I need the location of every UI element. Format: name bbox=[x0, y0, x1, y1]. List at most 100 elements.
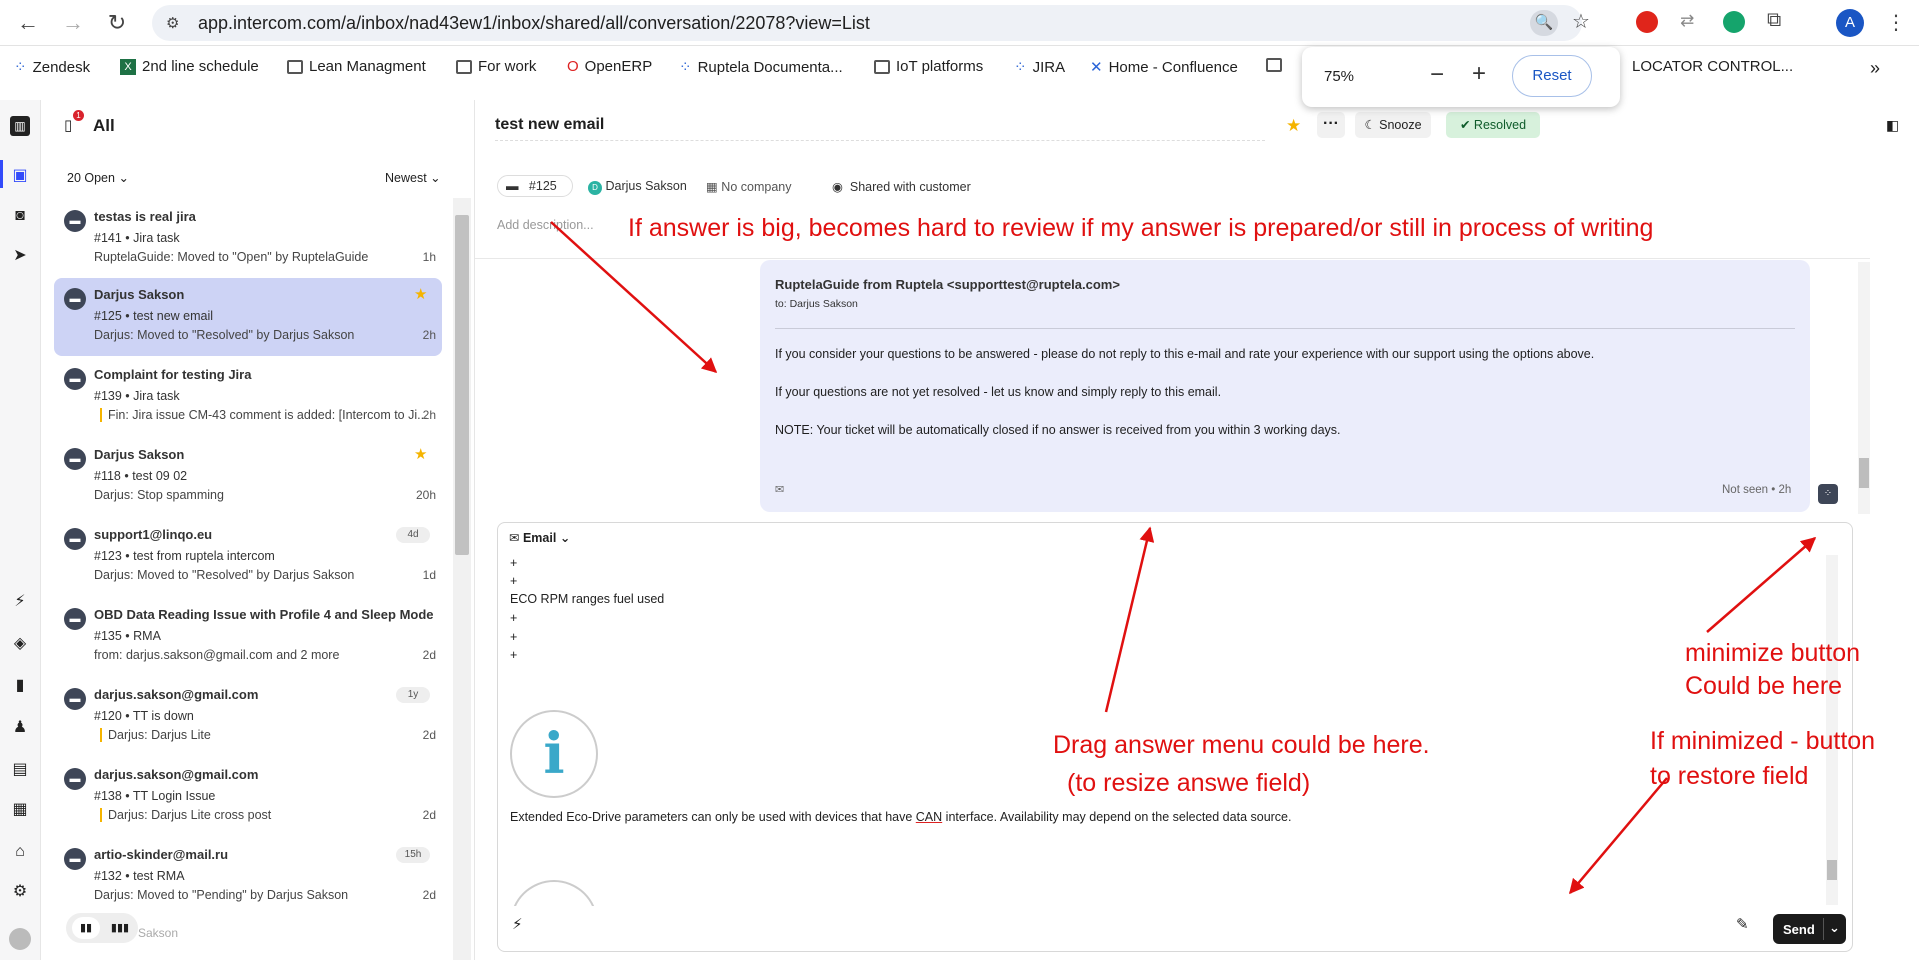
open-filter-dropdown[interactable]: 20 Open ⌄ bbox=[67, 170, 129, 185]
composer-line[interactable]: + bbox=[510, 648, 517, 662]
send-button[interactable]: Send ⌄ bbox=[1773, 914, 1846, 944]
automation-bolt-icon[interactable]: ⚡ bbox=[10, 592, 30, 612]
composer-scrollbar-thumb[interactable] bbox=[1827, 860, 1837, 880]
apps-grid-icon[interactable]: ▦ bbox=[10, 800, 30, 820]
composer-line[interactable]: + bbox=[510, 556, 517, 570]
chevron-down-icon: ⌄ bbox=[559, 531, 571, 545]
eye-icon: ◉ bbox=[832, 180, 843, 194]
composer-line[interactable]: + bbox=[510, 574, 517, 588]
snooze-button[interactable]: ☾ Snooze bbox=[1355, 112, 1431, 138]
extension-grammarly-icon[interactable] bbox=[1723, 11, 1745, 33]
message-scrollbar-thumb[interactable] bbox=[1859, 458, 1869, 488]
knowledge-layers-icon[interactable]: ◈ bbox=[10, 634, 30, 654]
resolved-button[interactable]: ✔ Resolved bbox=[1446, 112, 1540, 138]
sla-timer-badge: 15h bbox=[396, 847, 430, 863]
excel-icon: X bbox=[120, 58, 136, 75]
bookmark-lean[interactable]: Lean Managment bbox=[287, 58, 426, 75]
extension-adblock-icon[interactable] bbox=[1636, 11, 1658, 33]
conversation-time: 2h bbox=[422, 408, 436, 422]
inbox-toggle-icon[interactable]: ▯ bbox=[64, 116, 72, 134]
composer-line[interactable]: ECO RPM ranges fuel used bbox=[510, 592, 664, 606]
bookmark-confluence[interactable]: ✕ Home - Confluence bbox=[1090, 58, 1238, 77]
url-text[interactable]: app.intercom.com/a/inbox/nad43ew1/inbox/… bbox=[198, 13, 870, 34]
forward-icon[interactable]: → bbox=[59, 9, 87, 37]
conversation-subject: #141 • Jira task bbox=[94, 231, 180, 245]
company-name: No company bbox=[721, 180, 792, 194]
conversation-preview: Fin: Jira issue CM-43 comment is added: … bbox=[100, 408, 434, 422]
company-chip[interactable]: ▦ No company bbox=[706, 179, 791, 194]
shared-label: Shared with customer bbox=[849, 180, 971, 194]
bookmark-jira[interactable]: ⁘ JIRA bbox=[1014, 58, 1065, 77]
bookmark-zendesk[interactable]: ⁘ Zendesk bbox=[14, 58, 90, 77]
conversation-time: 2d bbox=[422, 648, 436, 662]
add-description-field[interactable]: Add description... bbox=[497, 218, 594, 232]
extension-sync-icon[interactable]: ⇄ bbox=[1680, 11, 1694, 31]
back-icon[interactable]: ← bbox=[14, 9, 42, 37]
conversation-type-icon: ▬ bbox=[64, 688, 86, 710]
zoom-reset-button[interactable]: Reset bbox=[1512, 55, 1592, 97]
ticket-id-chip[interactable]: ▬ #125 bbox=[497, 175, 573, 197]
bookmark-iot[interactable]: IoT platforms bbox=[874, 58, 983, 75]
site-settings-icon[interactable]: ⚙ bbox=[166, 14, 184, 32]
zoom-in-button[interactable]: + bbox=[1472, 60, 1486, 88]
sort-dropdown[interactable]: Newest ⌄ bbox=[385, 170, 441, 185]
bookmark-for-work[interactable]: For work bbox=[456, 58, 536, 75]
sla-timer-value: 1y bbox=[407, 689, 419, 700]
more-options-icon[interactable]: ··· bbox=[1317, 112, 1345, 138]
academy-icon[interactable]: ⌂ bbox=[10, 842, 30, 862]
ai-magic-icon[interactable]: ✎ bbox=[1736, 915, 1749, 933]
bookmark-folder[interactable] bbox=[1266, 58, 1282, 72]
fin-icon[interactable]: ◙ bbox=[10, 206, 30, 226]
composer-line[interactable]: + bbox=[510, 611, 517, 625]
notification-badge: 1 bbox=[73, 110, 84, 121]
bookmark-openerp[interactable]: O OpenERP bbox=[567, 58, 652, 75]
star-icon[interactable]: ★ bbox=[414, 445, 427, 463]
outbound-icon[interactable]: ➤ bbox=[10, 246, 30, 266]
more-menu-icon[interactable]: ⋮ bbox=[1886, 10, 1906, 35]
conversation-title[interactable]: test new email bbox=[495, 116, 604, 134]
extensions-puzzle-icon[interactable]: ⧉ bbox=[1767, 9, 1781, 32]
articles-book-icon[interactable]: ▤ bbox=[10, 760, 30, 780]
contact-chip[interactable]: D Darjus Sakson bbox=[588, 179, 687, 195]
star-icon[interactable]: ★ bbox=[414, 285, 427, 303]
contacts-icon[interactable]: ♟ bbox=[10, 718, 30, 738]
conversation-preview: Darjus: Stop spamming bbox=[94, 488, 224, 502]
check-circle-icon: ✔ bbox=[1459, 118, 1471, 132]
shared-with-customer[interactable]: ◉ Shared with customer bbox=[832, 179, 971, 194]
composer-paragraph[interactable]: Extended Eco-Drive parameters can only b… bbox=[510, 810, 1291, 824]
message-paragraph-3: NOTE: Your ticket will be automatically … bbox=[775, 423, 1341, 437]
zoom-icon[interactable]: 🔍 bbox=[1530, 10, 1558, 36]
zoom-out-button[interactable]: − bbox=[1430, 61, 1444, 89]
openerp-icon: O bbox=[567, 58, 579, 75]
bookmark-locator[interactable]: LOCATOR CONTROL... bbox=[1632, 58, 1793, 75]
inbox-icon[interactable]: ▣ bbox=[10, 166, 30, 186]
column-view-icon[interactable]: ▮▮▮ bbox=[106, 917, 134, 939]
user-avatar[interactable] bbox=[9, 928, 31, 950]
chevron-down-icon[interactable]: ⌄ bbox=[1829, 920, 1840, 936]
conversation-preview: from: darjus.sakson@gmail.com and 2 more bbox=[94, 648, 340, 662]
composer-line[interactable]: + bbox=[510, 630, 517, 644]
settings-gear-icon[interactable]: ⚙ bbox=[10, 882, 30, 902]
conversation-name: darjus.sakson@gmail.com bbox=[94, 687, 259, 702]
profile-avatar[interactable]: A bbox=[1836, 9, 1864, 37]
bookmark-ruptela-docs[interactable]: ⁘ Ruptela Documenta... bbox=[679, 58, 843, 77]
paragraph-text: Extended Eco-Drive parameters can only b… bbox=[510, 810, 916, 824]
bookmark-icon: ⁘ bbox=[14, 59, 27, 76]
intercom-logo-icon[interactable]: ▥ bbox=[10, 116, 30, 136]
conversation-type-icon: ▬ bbox=[64, 210, 86, 232]
reports-icon[interactable]: ▮ bbox=[10, 676, 30, 696]
star-icon[interactable]: ★ bbox=[1286, 116, 1301, 136]
ticket-icon: ▬ bbox=[506, 179, 519, 193]
reload-icon[interactable]: ↻ bbox=[103, 9, 131, 37]
details-panel-toggle-icon[interactable]: ◧ bbox=[1886, 117, 1899, 134]
message-status: Not seen • 2h bbox=[1722, 484, 1792, 496]
list-scrollbar-thumb[interactable] bbox=[455, 215, 469, 555]
conversation-type-icon: ▬ bbox=[64, 528, 86, 550]
list-view-icon[interactable]: ▮▮ bbox=[72, 917, 100, 939]
shortcuts-bolt-icon[interactable]: ⚡ bbox=[512, 915, 523, 933]
bookmark-star-icon[interactable]: ☆ bbox=[1572, 9, 1590, 34]
bookmark-2nd-line[interactable]: X 2nd line schedule bbox=[120, 58, 259, 75]
bookmarks-overflow[interactable]: » bbox=[1870, 58, 1880, 79]
channel-selector[interactable]: ✉ Email ⌄ bbox=[509, 530, 570, 545]
conversation-time: 20h bbox=[415, 488, 436, 502]
